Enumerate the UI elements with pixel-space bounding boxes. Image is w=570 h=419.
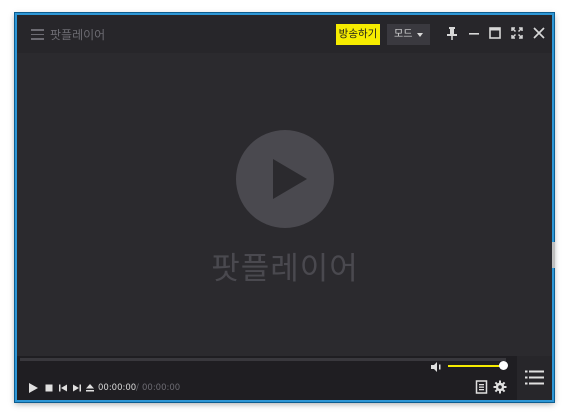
close-icon[interactable] (531, 25, 547, 41)
mode-label: 모드 (394, 29, 413, 40)
volume-knob[interactable] (499, 361, 508, 370)
titlebar[interactable]: 팟플레이어 방송하기 모드 (17, 15, 552, 53)
mode-dropdown[interactable]: 모드 (387, 24, 430, 45)
caret-down-icon (417, 33, 423, 37)
settings-icon[interactable] (493, 380, 507, 394)
maximize-icon[interactable] (487, 25, 503, 41)
hamburger-icon[interactable] (31, 29, 44, 40)
next-icon[interactable] (71, 382, 83, 394)
video-area[interactable]: 팟플레이어 (17, 53, 555, 356)
control-bar: 00:00:00 / 00:00:00 (17, 356, 552, 400)
resize-handle[interactable] (552, 242, 555, 268)
volume-slider[interactable] (448, 365, 503, 367)
play-circle-icon[interactable] (236, 130, 334, 228)
playlist-view-icon[interactable] (475, 380, 488, 394)
prev-icon[interactable] (57, 382, 69, 394)
pin-icon[interactable] (444, 25, 460, 41)
logo-text: 팟플레이어 (211, 251, 359, 287)
eject-icon[interactable] (84, 382, 96, 394)
playlist-toggle-button[interactable] (517, 356, 552, 400)
fullscreen-icon[interactable] (509, 25, 525, 41)
app-title: 팟플레이어 (50, 28, 106, 42)
volume-icon[interactable] (430, 359, 444, 373)
potplayer-window: 팟플레이어 방송하기 모드 팟플레이어 00:00:00 / 00:00:00 (15, 13, 555, 402)
minimize-icon[interactable] (466, 25, 482, 41)
broadcast-button[interactable]: 방송하기 (336, 24, 380, 45)
playlist-icon (525, 370, 544, 389)
stop-icon[interactable] (43, 382, 55, 394)
play-icon[interactable] (27, 382, 39, 394)
current-time: 00:00:00 (98, 383, 137, 393)
total-time: 00:00:00 (142, 383, 181, 393)
time-separator: / (136, 383, 139, 393)
